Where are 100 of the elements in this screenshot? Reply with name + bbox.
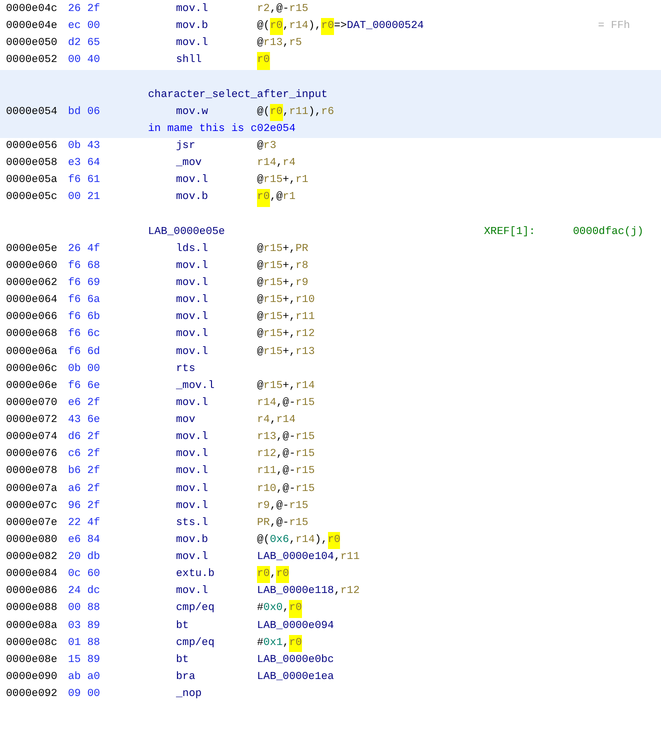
register-name: r14: [296, 378, 315, 394]
instruction-bytes: f6 68: [68, 258, 102, 274]
label-reference[interactable]: DAT_00000524: [346, 18, 424, 36]
address: 0000e08e: [6, 652, 58, 668]
register-name: r15: [296, 464, 315, 480]
immediate-value: 0x0: [263, 601, 283, 616]
register-name: r0: [321, 18, 334, 36]
instruction-bytes: 0c 60: [68, 567, 102, 582]
operand-punctuation: @(: [257, 532, 270, 548]
instruction-bytes: 96 2f: [68, 498, 102, 514]
address: 0000e08c: [6, 636, 58, 651]
register-name: r15: [296, 430, 315, 446]
register-name: r10: [296, 293, 315, 308]
operand-punctuation: ,@-: [276, 447, 296, 462]
code-label: LAB_0000e05e: [148, 224, 226, 240]
address: 0000e070: [6, 396, 58, 411]
instruction-bytes: b6 2f: [68, 464, 102, 480]
register-name: r5: [289, 36, 302, 52]
operand-punctuation: +,: [282, 327, 296, 342]
instruction-bytes: 26 2f: [68, 2, 102, 17]
mnemonic: sts.l: [176, 516, 210, 531]
operand-punctuation: +,: [282, 276, 296, 292]
instruction-bytes: ab a0: [68, 670, 102, 685]
address: 0000e074: [6, 430, 58, 446]
mnemonic: bt: [176, 618, 190, 634]
mnemonic: shll: [176, 53, 203, 68]
instruction-bytes: e6 84: [68, 532, 102, 548]
address: 0000e06e: [6, 378, 58, 394]
instruction-bytes: 01 88: [68, 636, 102, 651]
address: 0000e076: [6, 447, 58, 462]
instruction-bytes: f6 6d: [68, 344, 102, 360]
label-reference[interactable]: LAB_0000e118: [257, 583, 334, 600]
address: 0000e066: [6, 310, 58, 326]
register-name: r13: [263, 36, 283, 52]
address: 0000e062: [6, 276, 58, 292]
register-name: r15: [289, 516, 308, 531]
operand-punctuation: ,@-: [270, 2, 290, 17]
mnemonic: mov.l: [176, 276, 210, 292]
instruction-bytes: a6 2f: [68, 482, 102, 497]
register-name: r0: [276, 566, 290, 584]
mnemonic: cmp/eq: [176, 601, 216, 616]
address: 0000e080: [6, 532, 58, 548]
register-name: r1: [282, 190, 296, 206]
register-name: r0: [257, 189, 270, 207]
mnemonic: mov.b: [176, 532, 210, 548]
address: 0000e058: [6, 156, 58, 172]
instruction-bytes: 00 88: [68, 601, 102, 616]
register-name: r0: [270, 18, 283, 36]
address: 0000e092: [6, 687, 58, 702]
register-name: PR: [296, 242, 308, 257]
address: 0000e07c: [6, 498, 58, 514]
instruction-bytes: 26 4f: [68, 242, 102, 257]
xref-target[interactable]: 0000dfac(j): [573, 224, 644, 241]
operand-punctuation: ,: [270, 413, 276, 428]
address: 0000e054: [6, 104, 58, 120]
instruction-bytes: f6 6e: [68, 378, 102, 394]
instruction-bytes: f6 6c: [68, 327, 102, 342]
mnemonic: rts: [176, 362, 196, 377]
instruction-bytes: f6 61: [68, 173, 102, 188]
register-name: r1: [296, 173, 308, 188]
register-name: r15: [263, 242, 283, 257]
operand-punctuation: +,: [282, 344, 296, 360]
register-name: r14: [296, 532, 315, 548]
operand-punctuation: @: [257, 36, 264, 52]
register-name: r15: [296, 447, 315, 462]
operand-punctuation: @: [257, 327, 264, 342]
register-name: PR: [257, 516, 270, 531]
label-reference[interactable]: LAB_0000e1ea: [257, 668, 334, 686]
xref-label: XREF[1]:: [484, 224, 536, 240]
address: 0000e082: [6, 550, 58, 566]
address: 0000e090: [6, 670, 58, 685]
instruction-bytes: d6 2f: [68, 430, 102, 446]
register-name: r0: [289, 600, 302, 618]
instruction-bytes: 00 21: [68, 190, 102, 206]
register-name: r4: [282, 156, 296, 172]
operand-punctuation: ,@-: [276, 430, 296, 446]
operand-punctuation: @: [257, 378, 264, 394]
register-name: r13: [257, 430, 276, 446]
operand-punctuation: ,: [334, 584, 340, 600]
register-name: r15: [289, 498, 308, 514]
register-name: r4: [257, 413, 270, 428]
label-reference[interactable]: LAB_0000e094: [257, 618, 334, 635]
operand-punctuation: +,: [282, 173, 296, 188]
address: 0000e05a: [6, 173, 58, 188]
operand-punctuation: =>: [334, 19, 347, 34]
operand-punctuation: ),: [308, 104, 322, 120]
register-name: r14: [289, 19, 308, 34]
register-name: r11: [289, 104, 308, 120]
mnemonic: mov.l: [176, 173, 210, 188]
address: 0000e078: [6, 464, 58, 480]
address: 0000e064: [6, 293, 58, 308]
operand-punctuation: +,: [282, 242, 296, 257]
label-reference[interactable]: LAB_0000e0bc: [257, 652, 334, 669]
mnemonic: mov.l: [176, 310, 210, 326]
mnemonic: bt: [176, 652, 190, 668]
mnemonic: mov.l: [176, 258, 210, 274]
label-reference[interactable]: LAB_0000e104: [257, 549, 334, 566]
instruction-bytes: c6 2f: [68, 447, 102, 462]
register-name: r12: [340, 584, 360, 600]
register-name: r3: [263, 139, 276, 154]
